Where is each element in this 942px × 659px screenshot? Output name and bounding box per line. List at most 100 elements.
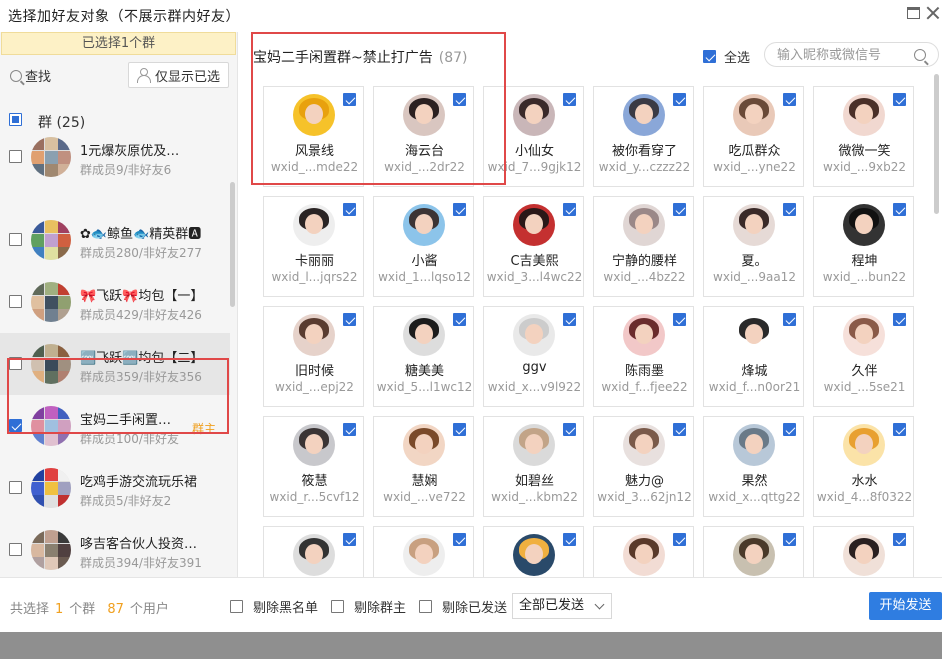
member-card[interactable] xyxy=(703,526,804,577)
member-card[interactable]: 陈雨墨 wxid_f...fjee22 xyxy=(593,306,694,407)
right-scrollbar[interactable] xyxy=(934,74,939,214)
find-button[interactable]: 查找 xyxy=(10,66,51,85)
member-checkbox[interactable] xyxy=(563,93,576,106)
group-avatar xyxy=(31,344,71,384)
group-row[interactable]: 1元爆灰原优及… 群成员9/非好友6 xyxy=(0,136,230,188)
member-card[interactable] xyxy=(593,526,694,577)
member-checkbox[interactable] xyxy=(453,93,466,106)
member-card[interactable]: 筱慧 wxid_r...5cvf12 xyxy=(263,416,364,517)
member-card[interactable] xyxy=(483,526,584,577)
member-search-input[interactable] xyxy=(777,46,917,64)
member-card[interactable]: 宁静的腰样 wxid_...4bz22 xyxy=(593,196,694,297)
member-checkbox[interactable] xyxy=(783,533,796,546)
member-checkbox[interactable] xyxy=(783,313,796,326)
member-checkbox[interactable] xyxy=(893,203,906,216)
member-avatar xyxy=(623,424,665,466)
member-card[interactable]: 风景线 wxid_...mde22 xyxy=(263,86,364,187)
member-card[interactable]: 小酱 wxid_1...lqso12 xyxy=(373,196,474,297)
member-checkbox[interactable] xyxy=(673,313,686,326)
member-card[interactable]: 夏。 wxid_...9aa12 xyxy=(703,196,804,297)
member-card[interactable]: C吉美熙 wxid_3...l4wc22 xyxy=(483,196,584,297)
member-card[interactable] xyxy=(373,526,474,577)
group-checkbox[interactable] xyxy=(9,419,22,432)
member-checkbox[interactable] xyxy=(893,93,906,106)
member-checkbox[interactable] xyxy=(893,313,906,326)
member-card[interactable]: 水水 wxid_4...8f0322 xyxy=(813,416,914,517)
member-card[interactable] xyxy=(813,526,914,577)
member-checkbox[interactable] xyxy=(893,423,906,436)
member-checkbox[interactable] xyxy=(343,533,356,546)
member-checkbox[interactable] xyxy=(563,423,576,436)
group-row[interactable]: ✿🐟鲸鱼🐟精英群🅰 群成员280/非好友277 xyxy=(0,209,230,271)
exclude-blacklist-checkbox[interactable] xyxy=(230,600,243,613)
member-card[interactable]: 慧娴 wxid_...ve722 xyxy=(373,416,474,517)
member-checkbox[interactable] xyxy=(453,313,466,326)
exclude-owner-option[interactable]: 剔除群主 xyxy=(331,597,406,616)
member-checkbox[interactable] xyxy=(673,93,686,106)
group-row[interactable]: 🎀飞跃🎀均包【一】 群成员429/非好友426 xyxy=(0,271,230,333)
member-card[interactable]: 魅力@ wxid_3...62jn12 xyxy=(593,416,694,517)
member-checkbox[interactable] xyxy=(453,203,466,216)
member-card[interactable]: 小仙女 wxid_7...9gjk12 xyxy=(483,86,584,187)
member-checkbox[interactable] xyxy=(453,423,466,436)
member-card[interactable]: 旧时候 wxid_...epj22 xyxy=(263,306,364,407)
exclude-sent-checkbox[interactable] xyxy=(419,600,432,613)
member-card[interactable]: 久伴 wxid_...5se21 xyxy=(813,306,914,407)
member-card[interactable]: 糖美美 wxid_5...l1wc12 xyxy=(373,306,474,407)
group-checkbox[interactable] xyxy=(9,481,22,494)
group-checkbox[interactable] xyxy=(9,357,22,370)
left-scrollbar[interactable] xyxy=(230,182,235,307)
group-row[interactable]: 哆吉客合伙人投资… 群成员394/非好友391 xyxy=(0,519,230,577)
member-card[interactable]: 微微一笑 wxid_...9xb22 xyxy=(813,86,914,187)
group-name: 1元爆灰原优及… xyxy=(80,144,180,159)
member-card[interactable]: 程坤 wxid_...bun22 xyxy=(813,196,914,297)
group-checkbox[interactable] xyxy=(9,233,22,246)
member-name: 如碧丝 xyxy=(514,474,554,489)
search-icon[interactable] xyxy=(914,49,926,61)
exclude-owner-checkbox[interactable] xyxy=(331,600,344,613)
member-checkbox[interactable] xyxy=(563,313,576,326)
close-icon[interactable] xyxy=(926,6,940,20)
member-checkbox[interactable] xyxy=(783,93,796,106)
member-card[interactable]: ggv wxid_x...v9l922 xyxy=(483,306,584,407)
member-checkbox[interactable] xyxy=(563,203,576,216)
member-checkbox[interactable] xyxy=(673,203,686,216)
member-checkbox[interactable] xyxy=(783,203,796,216)
member-checkbox[interactable] xyxy=(453,533,466,546)
exclude-sent-option[interactable]: 剔除已发送 xyxy=(419,597,507,616)
maximize-icon[interactable] xyxy=(907,7,920,19)
member-card[interactable]: 卡丽丽 wxid_l...jqrs22 xyxy=(263,196,364,297)
group-row[interactable]: 宝妈二手闲置… 群成员100/非好友 群主 xyxy=(0,395,230,457)
group-all-checkbox[interactable] xyxy=(9,113,22,126)
member-checkbox[interactable] xyxy=(893,533,906,546)
member-card[interactable]: 烽城 wxid_f...n0or21 xyxy=(703,306,804,407)
only-selected-button[interactable]: 仅显示已选 xyxy=(128,62,229,88)
member-card[interactable]: 海云台 wxid_...2dr22 xyxy=(373,86,474,187)
member-checkbox[interactable] xyxy=(343,423,356,436)
member-checkbox[interactable] xyxy=(563,533,576,546)
sent-filter-dropdown[interactable]: 全部已发送 xyxy=(512,593,612,619)
select-all-checkbox[interactable] xyxy=(703,50,716,63)
member-checkbox[interactable] xyxy=(673,533,686,546)
exclude-blacklist-option[interactable]: 剔除黑名单 xyxy=(230,597,318,616)
member-card[interactable]: 吃瓜群众 wxid_...yne22 xyxy=(703,86,804,187)
member-checkbox[interactable] xyxy=(673,423,686,436)
member-avatar xyxy=(403,314,445,356)
member-card[interactable] xyxy=(263,526,364,577)
member-checkbox[interactable] xyxy=(343,93,356,106)
group-checkbox[interactable] xyxy=(9,295,22,308)
member-search-box[interactable] xyxy=(764,42,939,67)
start-send-button[interactable]: 开始发送 xyxy=(869,592,942,620)
member-card[interactable]: 被你看穿了 wxid_y...czzz22 xyxy=(593,86,694,187)
group-checkbox[interactable] xyxy=(9,543,22,556)
group-row[interactable]: 🆒飞跃🆒均包【二】 群成员359/非好友356 xyxy=(0,333,230,395)
member-card[interactable]: 如碧丝 wxid_...kbm22 xyxy=(483,416,584,517)
select-all[interactable]: 全选 xyxy=(703,47,750,66)
group-row[interactable]: 吃鸡手游交流玩乐裙 群成员5/非好友2 xyxy=(0,457,230,519)
member-card[interactable]: 果然 wxid_x...qttg22 xyxy=(703,416,804,517)
member-checkbox[interactable] xyxy=(343,313,356,326)
group-checkbox[interactable] xyxy=(9,150,22,163)
member-checkbox[interactable] xyxy=(343,203,356,216)
member-wxid: wxid_7...9gjk12 xyxy=(487,160,582,174)
member-checkbox[interactable] xyxy=(783,423,796,436)
